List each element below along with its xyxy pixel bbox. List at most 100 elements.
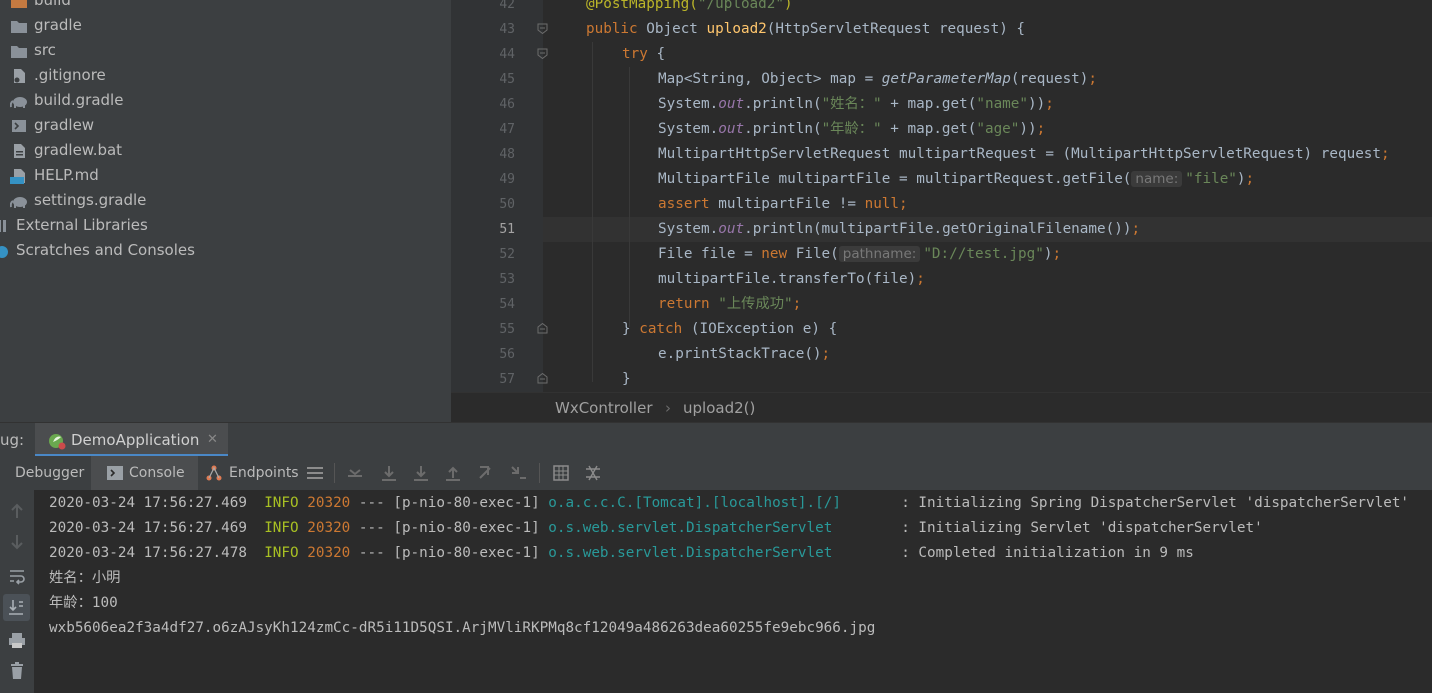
menu-icon[interactable] xyxy=(306,464,324,482)
tab-debugger[interactable]: Debugger xyxy=(15,456,84,490)
run-to-cursor-icon[interactable] xyxy=(509,464,527,482)
code-line-49: MultipartFile multipartFile = multipartR… xyxy=(658,171,1255,187)
console-log-line: 2020-03-24 17:56:27.478 INFO 20320 --- [… xyxy=(49,545,1194,561)
code-line-56: e.printStackTrace(); xyxy=(658,346,831,362)
libraries-icon xyxy=(0,218,10,234)
step-into-icon[interactable] xyxy=(412,464,430,482)
code-line-57: } xyxy=(622,371,631,387)
gradle-elephant-icon xyxy=(10,193,28,209)
line-number: 48 xyxy=(499,147,515,162)
line-number: 44 xyxy=(499,47,515,62)
trace-current-stream-icon[interactable] xyxy=(584,464,602,482)
down-arrow-icon[interactable] xyxy=(8,533,26,551)
fold-marker-icon[interactable] xyxy=(537,373,548,384)
console-icon xyxy=(107,466,123,480)
tree-item-gradlew-bat[interactable]: gradlew.bat xyxy=(10,138,122,163)
code-line-43: public Object upload2(HttpServletRequest… xyxy=(586,21,1026,37)
scroll-to-end-toggle[interactable] xyxy=(3,594,30,621)
line-number: 55 xyxy=(499,322,515,337)
code-line-52: File file = new File(pathname: "D://test.… xyxy=(658,246,1062,262)
line-number: 46 xyxy=(499,97,515,112)
indent-guide xyxy=(629,67,630,327)
gradle-elephant-icon xyxy=(10,93,28,109)
line-number-current: 51 xyxy=(499,222,515,237)
tree-item-gradle[interactable]: gradle xyxy=(10,13,82,38)
gitignore-file-icon xyxy=(10,68,28,84)
line-number: 53 xyxy=(499,272,515,287)
toolbar-divider xyxy=(334,463,335,483)
step-out-icon[interactable] xyxy=(444,464,462,482)
fold-marker-icon[interactable] xyxy=(537,23,548,34)
indent-guide xyxy=(592,42,593,382)
console-log-line: 2020-03-24 17:56:27.469 INFO 20320 --- [… xyxy=(49,495,1410,511)
code-line-47: System.out.println("年龄：" + map.get("age"… xyxy=(658,121,1046,137)
line-number: 43 xyxy=(499,22,515,37)
tab-label: DemoApplication xyxy=(71,431,200,449)
tab-console[interactable]: Console xyxy=(91,456,198,490)
folder-icon xyxy=(10,43,28,59)
folder-icon xyxy=(10,18,28,34)
tree-item-build-gradle[interactable]: build.gradle xyxy=(10,88,123,113)
console-output-line: 姓名：小明 xyxy=(49,570,121,586)
code-line-48: MultipartHttpServletRequest multipartReq… xyxy=(658,146,1390,162)
code-line-50: assert multipartFile != null; xyxy=(658,196,908,212)
line-number: 45 xyxy=(499,72,515,87)
code-line-55: } catch (IOException e) { xyxy=(622,321,838,337)
trash-icon[interactable] xyxy=(8,662,26,680)
line-number-gutter: 42 43 44 45 46 47 48 49 50 51 52 53 54 5… xyxy=(451,0,515,392)
code-line-53: multipartFile.transferTo(file); xyxy=(658,271,925,287)
breadcrumb-separator: › xyxy=(665,399,671,417)
tree-item-gitignore[interactable]: .gitignore xyxy=(10,63,106,88)
breadcrumb-class[interactable]: WxController xyxy=(555,393,653,423)
line-number: 52 xyxy=(499,247,515,262)
code-line-54: return "上传成功"; xyxy=(658,296,802,312)
debug-label: ug: xyxy=(0,431,25,449)
tree-item-gradlew[interactable]: gradlew xyxy=(10,113,94,138)
print-icon[interactable] xyxy=(8,631,26,649)
code-editor[interactable]: 42 43 44 45 46 47 48 49 50 51 52 53 54 5… xyxy=(451,0,1432,392)
tree-item-src[interactable]: src xyxy=(10,38,56,63)
fold-marker-icon[interactable] xyxy=(537,48,548,59)
folder-orange-icon xyxy=(10,0,28,9)
tab-demo-application[interactable]: DemoApplication ✕ xyxy=(35,423,228,457)
close-tab-icon[interactable]: ✕ xyxy=(207,423,218,457)
line-number: 49 xyxy=(499,172,515,187)
line-number: 56 xyxy=(499,347,515,362)
endpoints-icon xyxy=(206,465,222,481)
console-output-line: 年龄：100 xyxy=(49,595,118,611)
up-arrow-icon[interactable] xyxy=(8,502,26,520)
console-side-toolbar xyxy=(0,490,34,693)
markdown-file-icon xyxy=(10,168,28,184)
toolbar-divider xyxy=(539,463,540,483)
code-line-51: System.out.println(multipartFile.getOrig… xyxy=(658,221,1141,237)
scroll-to-end-icon xyxy=(9,600,23,615)
step-over-icon[interactable] xyxy=(380,464,398,482)
line-number: 42 xyxy=(499,0,515,12)
tree-item-settings-gradle[interactable]: settings.gradle xyxy=(10,188,146,213)
fold-marker-icon[interactable] xyxy=(537,323,548,334)
editor-breadcrumb: WxController › upload2() xyxy=(451,392,1432,423)
line-number: 54 xyxy=(499,297,515,312)
code-line-42: @PostMapping("/upload2") xyxy=(586,0,793,12)
project-tool-window: build gradle src .gitignore build.gradle… xyxy=(0,0,451,422)
soft-wrap-icon[interactable] xyxy=(8,567,26,585)
console-log-line: 2020-03-24 17:56:27.469 INFO 20320 --- [… xyxy=(49,520,1263,536)
evaluate-expression-icon[interactable] xyxy=(552,464,570,482)
tree-item-scratches[interactable]: Scratches and Consoles xyxy=(0,238,195,263)
spring-boot-icon xyxy=(49,434,66,450)
scratches-icon xyxy=(0,243,10,259)
show-execution-point-icon[interactable] xyxy=(346,464,364,482)
line-number: 47 xyxy=(499,122,515,137)
bat-file-icon xyxy=(10,143,28,159)
line-number: 57 xyxy=(499,372,515,387)
drop-frame-icon[interactable] xyxy=(477,464,495,482)
console-output-line: wxb5606ea2f3a4df27.o6zAJsyKh124zmCc-dR5i… xyxy=(49,620,876,636)
breadcrumb-method[interactable]: upload2() xyxy=(683,393,755,423)
tree-item-help-md[interactable]: HELP.md xyxy=(10,163,99,188)
console-output[interactable]: 2020-03-24 17:56:27.469 INFO 20320 --- [… xyxy=(34,490,1432,693)
code-line-45: Map<String, Object> map = getParameterMa… xyxy=(658,71,1097,87)
tab-endpoints[interactable]: Endpoints xyxy=(229,456,299,490)
tree-item-build[interactable]: build xyxy=(10,0,71,13)
tree-item-external-libraries[interactable]: External Libraries xyxy=(0,213,148,238)
code-line-44: try { xyxy=(622,46,666,62)
